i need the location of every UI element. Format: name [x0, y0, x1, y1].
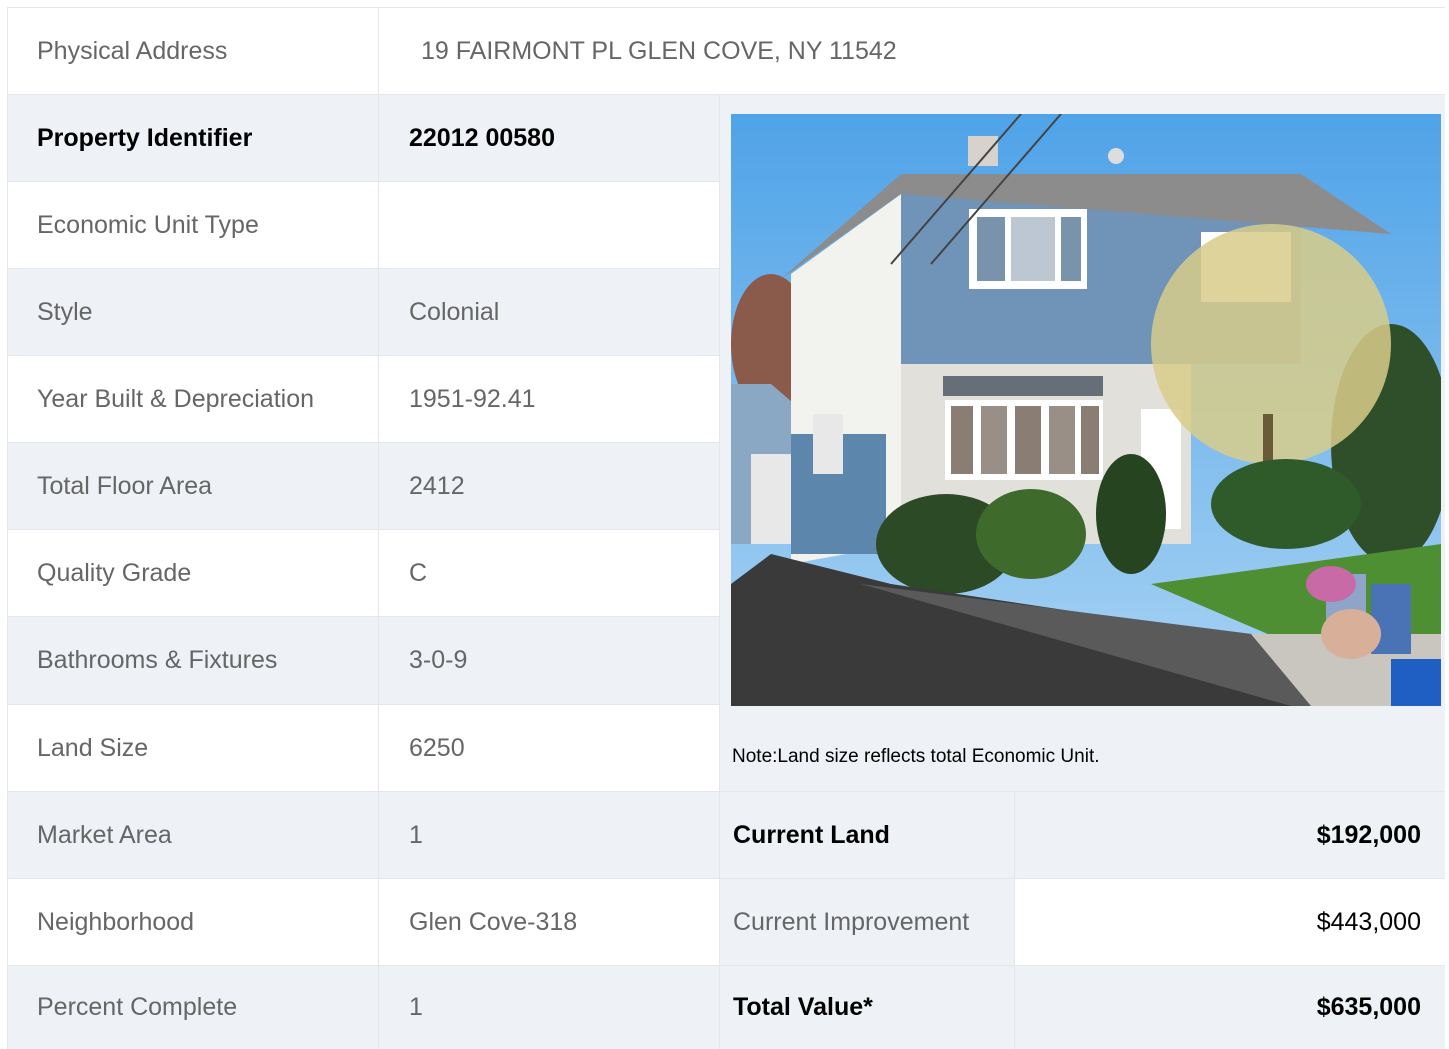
neighborhood-value: Glen Cove-318 [378, 878, 719, 965]
property-photo [731, 114, 1441, 706]
style-value: Colonial [378, 268, 719, 355]
style-label: Style [8, 268, 378, 355]
bathrooms-value: 3-0-9 [378, 616, 719, 704]
neighborhood-label: Neighborhood [8, 878, 378, 965]
property-identifier-value: 22012 00580 [378, 94, 719, 181]
total-floor-area-value: 2412 [378, 442, 719, 529]
land-size-note: Note:Land size reflects total Economic U… [732, 746, 1100, 767]
quality-grade-value: C [378, 529, 719, 616]
property-identifier-label: Property Identifier [8, 94, 378, 181]
percent-complete-label: Percent Complete [8, 965, 378, 1049]
year-built-value: 1951-92.41 [378, 355, 719, 442]
total-floor-area-label: Total Floor Area [8, 442, 378, 529]
total-value-value: $635,000 [1014, 965, 1445, 1049]
bathrooms-label: Bathrooms & Fixtures [8, 616, 378, 704]
land-size-value: 6250 [378, 704, 719, 791]
address-label: Physical Address [8, 8, 378, 94]
current-improvement-label: Current Improvement [719, 878, 1014, 965]
economic-unit-type-label: Economic Unit Type [8, 181, 378, 268]
percent-complete-value: 1 [378, 965, 719, 1049]
economic-unit-type-value [378, 181, 719, 268]
address-value: 19 FAIRMONT PL GLEN COVE, NY 11542 [378, 8, 1445, 94]
current-improvement-value: $443,000 [1014, 878, 1445, 965]
land-size-label: Land Size [8, 704, 378, 791]
total-value-label: Total Value* [719, 965, 1014, 1049]
year-built-label: Year Built & Depreciation [8, 355, 378, 442]
current-land-label: Current Land [719, 791, 1014, 878]
current-land-value: $192,000 [1014, 791, 1445, 878]
market-area-label: Market Area [8, 791, 378, 878]
market-area-value: 1 [378, 791, 719, 878]
quality-grade-label: Quality Grade [8, 529, 378, 616]
